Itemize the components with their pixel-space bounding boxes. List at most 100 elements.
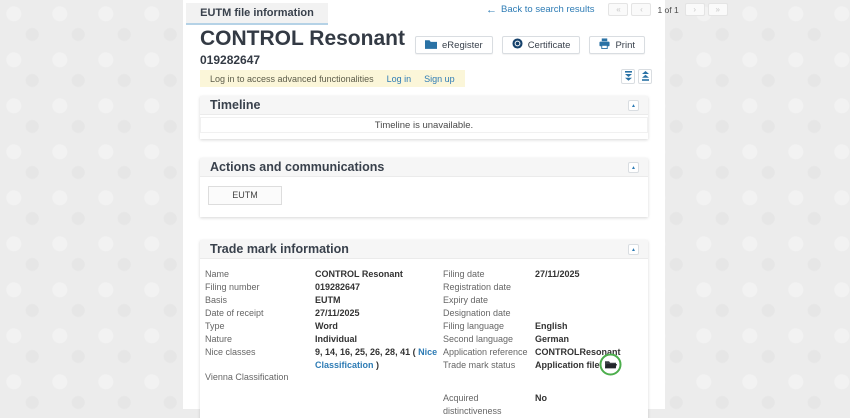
actions-eutm-tab[interactable]: EUTM [208,186,282,205]
field-row: Vienna Classification [205,371,443,384]
timeline-section-header: Timeline ▲ [200,96,648,115]
print-button-label: Print [615,40,635,51]
field-label: Date of receipt [205,307,315,320]
field-value-suffix: ) [374,360,380,370]
trademark-section-body: NameCONTROL ResonantFiling number0192826… [200,259,648,418]
field-value-text: German [535,334,569,344]
tab-eutm-file-information[interactable]: EUTM file information [186,3,328,25]
field-value [315,371,441,384]
trademark-fields-right-column: Filing date27/11/2025Registration dateEx… [443,268,648,417]
signup-link[interactable]: Sign up [424,74,455,84]
field-label: Registration date [443,281,535,294]
eregister-button-label: eRegister [442,40,483,51]
field-row: Trade mark statusApplication filed [443,359,648,372]
application-number: 019282647 [200,53,260,67]
field-label: Acquired distinctiveness [443,392,535,417]
folder-icon [425,39,437,52]
top-navigation: ← Back to search results « ‹ 1 of 1 › » [486,2,731,17]
field-label: Basis [205,294,315,307]
header-action-buttons: eRegister Certificate Print [415,36,645,54]
expand-all-button[interactable] [621,69,635,84]
timeline-section: Timeline ▲ Timeline is unavailable. [200,96,648,139]
field-label: Vienna Classification [205,371,315,384]
collapse-all-button[interactable] [638,69,652,84]
expand-collapse-controls [621,69,652,84]
trademark-collapse-button[interactable]: ▲ [628,244,639,255]
timeline-section-title: Timeline [210,98,260,112]
field-label: Filing number [205,281,315,294]
field-row: Acquired distinctivenessNo [443,392,648,417]
login-banner: Log in to access advanced functionalitie… [200,70,465,87]
certificate-button-label: Certificate [528,40,571,51]
field-value: 27/11/2025 [315,307,441,320]
field-row: Filing date27/11/2025 [443,268,648,281]
actions-section-body: EUTM [200,177,648,217]
field-value-text: 27/11/2025 [535,269,580,279]
field-value: No [535,392,648,417]
field-row: BasisEUTM [205,294,443,307]
trademark-information-section: Trade mark information ▲ NameCONTROL Res… [200,240,648,418]
back-arrow-icon: ← [486,4,497,16]
field-row: Registration date [443,281,648,294]
field-row: Designation date [443,307,648,320]
field-value: Application filed [535,359,648,372]
field-row: Filing number019282647 [205,281,443,294]
actions-section-header: Actions and communications ▲ [200,158,648,177]
page-title: CONTROL Resonant [200,27,405,51]
field-label: Type [205,320,315,333]
field-value-text: Word [315,321,338,331]
trademark-fields-left-column: NameCONTROL ResonantFiling number0192826… [205,268,443,417]
field-value-text: CONTROL Resonant [315,269,403,279]
double-chevron-down-icon [624,69,633,84]
trademark-section-header: Trade mark information ▲ [200,240,648,259]
login-banner-text: Log in to access advanced functionalitie… [210,74,374,84]
pagination-first-button[interactable]: « [608,3,628,16]
pagination-prev-button[interactable]: ‹ [631,3,651,16]
actions-collapse-button[interactable]: ▲ [628,162,639,173]
field-label: Name [205,268,315,281]
field-row: Nice classes9, 14, 16, 25, 26, 28, 41 ( … [205,346,443,371]
content-column: ← Back to search results « ‹ 1 of 1 › » … [183,0,665,409]
double-chevron-up-icon [641,69,650,84]
field-value-text: English [535,321,568,331]
field-label: Nature [205,333,315,346]
page-background: ← Back to search results « ‹ 1 of 1 › » … [0,0,850,418]
login-link[interactable]: Log in [387,74,412,84]
timeline-empty-text: Timeline is unavailable. [375,120,473,131]
field-value [535,294,648,307]
field-row: Expiry date [443,294,648,307]
field-value: Individual [315,333,441,346]
timeline-collapse-button[interactable]: ▲ [628,100,639,111]
field-value: English [535,320,648,333]
field-value: 019282647 [315,281,441,294]
field-label: Trade mark status [443,359,535,372]
field-value [535,307,648,320]
field-value [535,281,648,294]
field-label: Nice classes [205,346,315,371]
field-value: Word [315,320,441,333]
trademark-section-title: Trade mark information [210,242,349,256]
field-label: Designation date [443,307,535,320]
field-value-text: Application filed [535,360,605,370]
pagination-label: 1 of 1 [657,5,678,15]
pagination-last-button[interactable]: » [708,3,728,16]
field-value: German [535,333,648,346]
eregister-button[interactable]: eRegister [415,36,493,54]
field-value-text: 019282647 [315,282,360,292]
pagination-next-button[interactable]: › [685,3,705,16]
certificate-button[interactable]: Certificate [502,36,581,54]
field-row: TypeWord [205,320,443,333]
field-label: Filing date [443,268,535,281]
field-value-text: 27/11/2025 [315,308,360,318]
field-row: Second languageGerman [443,333,648,346]
field-label: Expiry date [443,294,535,307]
field-row: Filing languageEnglish [443,320,648,333]
field-row: NatureIndividual [205,333,443,346]
printer-icon [599,38,610,52]
field-label: Application reference [443,346,535,359]
back-to-search-link[interactable]: ← Back to search results [486,4,594,16]
field-row: NameCONTROL Resonant [205,268,443,281]
actions-section-title: Actions and communications [210,160,384,174]
field-value: 27/11/2025 [535,268,648,281]
print-button[interactable]: Print [589,36,645,54]
